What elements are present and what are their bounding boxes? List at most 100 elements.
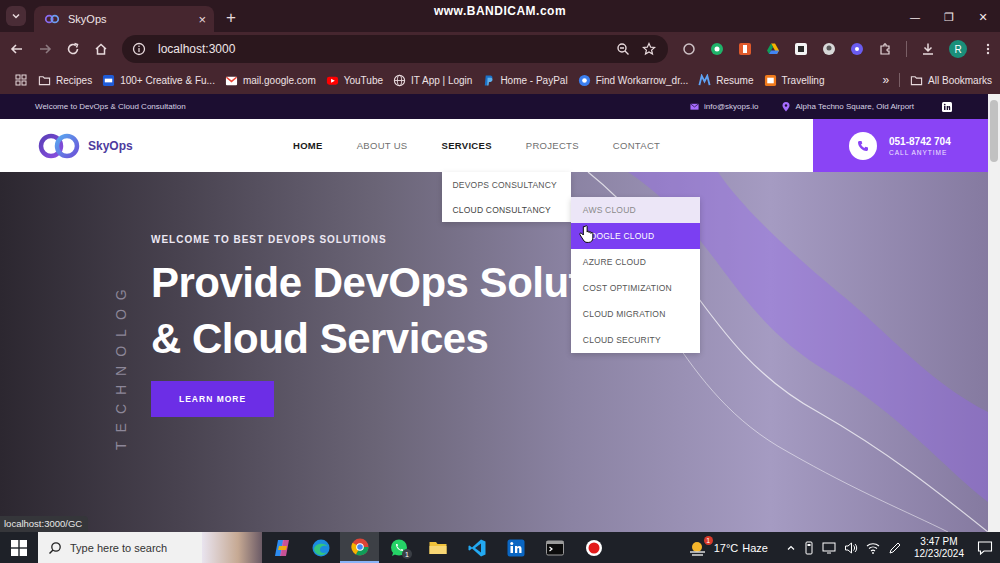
usb-drive-icon[interactable] (804, 541, 814, 555)
window-control-button[interactable]: ❐ (932, 11, 966, 24)
profile-button[interactable]: R (949, 40, 967, 58)
extension-orange-icon[interactable] (738, 42, 752, 56)
apps-grid-icon[interactable] (14, 73, 28, 87)
reload-icon (66, 42, 80, 56)
site-info-icon[interactable] (132, 42, 146, 56)
extension-circle-icon[interactable] (682, 42, 696, 56)
download-icon[interactable] (921, 42, 935, 56)
all-bookmarks-button[interactable]: All Bookmarks (910, 74, 992, 87)
taskbar-app[interactable]: 1 (379, 532, 418, 563)
puzzle-icon[interactable] (878, 42, 892, 56)
bookmark-item[interactable]: Recipes (38, 74, 92, 87)
window-control-button[interactable]: — (898, 11, 932, 24)
tab-close-button[interactable]: × (198, 13, 206, 26)
bookmark-item[interactable]: Home - PayPal (482, 74, 567, 87)
speaker-icon[interactable] (844, 541, 858, 555)
taskbar-app[interactable] (535, 532, 574, 563)
taskbar-app[interactable] (457, 532, 496, 563)
wifi-icon[interactable] (866, 541, 880, 555)
menu-dots-icon[interactable] (981, 42, 995, 56)
taskbar-search[interactable]: Type here to search (38, 532, 262, 563)
forward-button[interactable] (31, 35, 59, 63)
clock[interactable]: 3:47 PM12/23/2024 (914, 532, 964, 563)
more-bookmarks-button[interactable]: » (882, 73, 889, 87)
extension-white-icon[interactable] (794, 42, 808, 56)
taskbar-app[interactable] (262, 532, 301, 563)
window-control-button[interactable]: ✕ (966, 11, 1000, 24)
nav-link[interactable]: SERVICESDEVOPS CONSULTANCYCLOUD CONSULTA… (442, 119, 492, 172)
forward-arrow-icon (38, 42, 52, 56)
start-button[interactable] (0, 532, 38, 563)
bookmark-item[interactable]: mail.google.com (225, 74, 316, 87)
bookmarks-divider (899, 73, 900, 87)
extension-blue-icon[interactable] (850, 42, 864, 56)
zoom-icon[interactable] (616, 42, 630, 56)
pen-icon[interactable] (888, 541, 902, 555)
back-button[interactable] (3, 35, 31, 63)
weather-widget[interactable]: 117°CHaze (688, 532, 768, 563)
travel-site-icon (764, 74, 777, 87)
bookmark-item[interactable]: Resume (698, 74, 753, 87)
services-dropdown: DEVOPS CONSULTANCY CLOUD CONSULTANCYAWS C… (442, 172, 571, 222)
nav-link-label: ABOUT US (357, 140, 408, 151)
paypal-icon (482, 74, 495, 87)
hero-title-line: Provide DevOps Solutions (151, 255, 988, 311)
site-top-bar: Welcome to DevOps & Cloud Consultationin… (0, 94, 988, 119)
call-box[interactable]: 051-8742 704CALL ANYTIME (813, 119, 988, 172)
address-bar[interactable]: localhost:3000 (122, 35, 668, 63)
site-logo[interactable]: SkyOps (0, 119, 257, 172)
dropdown-item-label: DEVOPS CONSULTANCY (453, 180, 557, 190)
submenu-item[interactable]: COST OPTIMIZATION (571, 275, 700, 301)
extension-green-icon[interactable] (710, 42, 724, 56)
dropdown-item[interactable]: DEVOPS CONSULTANCY (442, 172, 571, 197)
submenu-item[interactable]: AZURE CLOUD (571, 249, 700, 275)
tab-search-button[interactable] (6, 6, 26, 26)
notification-icon (977, 540, 993, 556)
notification-center-button[interactable] (970, 532, 1000, 563)
submenu-item-label: AWS CLOUD (583, 205, 636, 215)
bookmark-label: Recipes (56, 75, 92, 86)
nav-link[interactable]: PROJECTS (526, 119, 579, 172)
hero-eyebrow: WELCOME TO BEST DEVOPS SOLUTIONS (151, 234, 988, 245)
bookmark-star-icon[interactable] (642, 42, 656, 56)
edge-icon (311, 538, 331, 558)
hand-cursor-icon (579, 225, 594, 244)
taskbar-app[interactable] (496, 532, 535, 563)
bookmark-item[interactable]: Find Workarrow_dr... (578, 74, 689, 87)
extension-grey-icon[interactable] (822, 42, 836, 56)
browser-tab[interactable]: SkyOps× (34, 6, 214, 32)
windows-logo-icon (11, 540, 27, 556)
page-scrollbar[interactable] (988, 94, 1000, 532)
submenu-item[interactable]: AWS CLOUD (571, 197, 700, 223)
bookmark-label: 100+ Creative & Fu... (120, 75, 215, 86)
nav-link[interactable]: CONTACT (613, 119, 660, 172)
chevron-up-icon[interactable] (786, 543, 796, 553)
nav-link[interactable]: HOME (293, 119, 323, 172)
display-icon[interactable] (822, 541, 836, 555)
taskbar-app[interactable] (574, 532, 613, 563)
web-page: Welcome to DevOps & Cloud Consultationin… (0, 94, 1000, 532)
bookmark-item[interactable]: Travelling (764, 74, 825, 87)
home-button[interactable] (87, 35, 115, 63)
phone-badge (849, 132, 877, 160)
learn-more-button[interactable]: LEARN MORE (151, 381, 274, 417)
clock-time: 3:47 PM (920, 536, 957, 547)
bookmark-item[interactable]: YouTube (326, 74, 383, 87)
submenu-item-label: CLOUD MIGRATION (583, 309, 666, 319)
email-info[interactable]: info@skyops.io (690, 102, 758, 111)
new-tab-button[interactable]: + (226, 9, 236, 26)
submenu-item[interactable]: CLOUD MIGRATION (571, 301, 700, 327)
dropdown-item[interactable]: CLOUD CONSULTANCYAWS CLOUDGOOGLE CLOUDAZ… (442, 197, 571, 222)
bookmark-item[interactable]: IT App | Login (393, 74, 472, 87)
scrollbar-thumb[interactable] (990, 100, 998, 162)
reload-button[interactable] (59, 35, 87, 63)
bookmark-item[interactable]: 100+ Creative & Fu... (102, 74, 215, 87)
taskbar-app[interactable] (301, 532, 340, 563)
submenu-item[interactable]: CLOUD SECURITY (571, 327, 700, 353)
skyops-favicon-icon (44, 13, 60, 25)
google-drive-icon[interactable] (766, 42, 780, 56)
taskbar-app[interactable] (340, 532, 379, 563)
nav-link[interactable]: ABOUT US (357, 119, 408, 172)
linkedin-icon[interactable] (942, 102, 952, 112)
taskbar-app[interactable] (418, 532, 457, 563)
